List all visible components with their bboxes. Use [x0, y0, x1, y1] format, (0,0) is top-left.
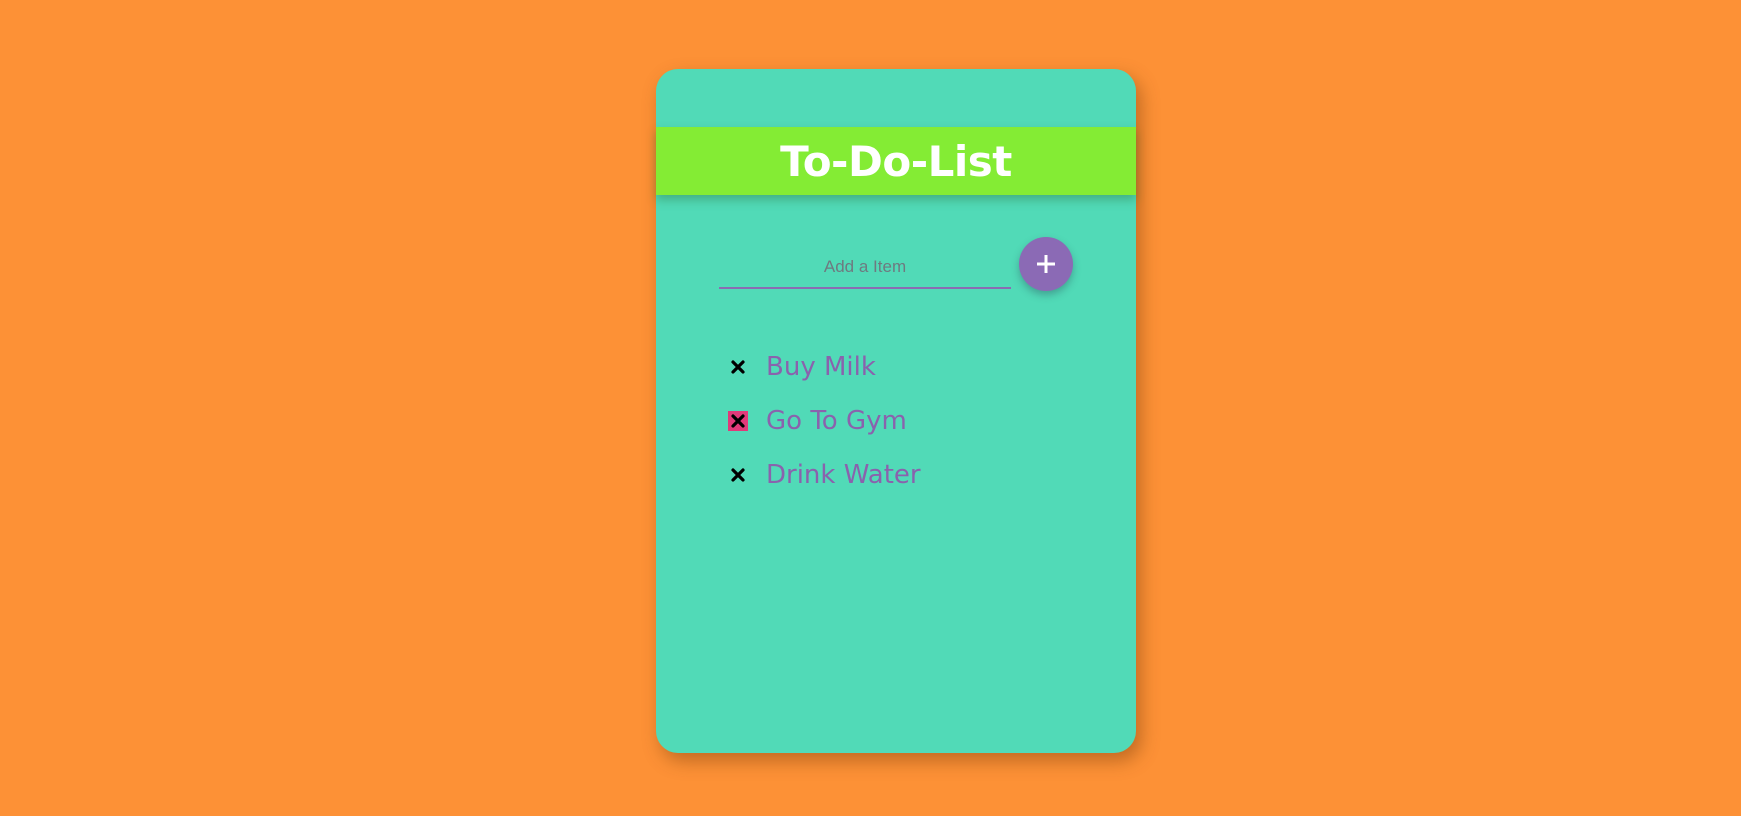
list-item: Go To Gym [728, 394, 921, 448]
add-item-button[interactable] [1019, 237, 1073, 291]
list-item-label: Go To Gym [766, 406, 907, 436]
page-title: To-Do-List [780, 136, 1012, 186]
todo-card: To-Do-List Buy Milk Go To Gym [656, 69, 1136, 753]
list-item-label: Buy Milk [766, 352, 876, 382]
list-item: Buy Milk [728, 340, 921, 394]
list-item: Drink Water [728, 448, 921, 502]
close-icon[interactable] [728, 411, 748, 431]
item-input-wrapper [719, 247, 1011, 289]
plus-icon [1037, 255, 1055, 273]
list-item-label: Drink Water [766, 460, 921, 490]
close-icon[interactable] [728, 465, 748, 485]
add-item-input[interactable] [719, 247, 1011, 287]
close-icon[interactable] [728, 357, 748, 377]
todo-list: Buy Milk Go To Gym Drink Water [728, 340, 921, 502]
header-bar: To-Do-List [656, 127, 1136, 195]
